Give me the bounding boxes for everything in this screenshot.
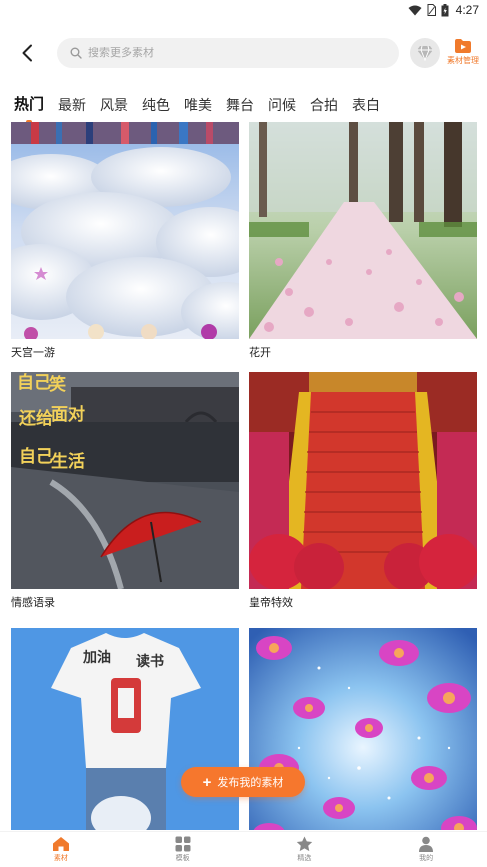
overlay-text-2: 读书 <box>136 653 164 670</box>
status-time: 4:27 <box>455 3 479 17</box>
material-grid: 天宫一游 花开 自己 还给 自己 笑 面对 生活 情感语录 皇帝特效 加油 读书 <box>11 122 477 830</box>
nav-item-material[interactable]: 素材 <box>0 832 122 867</box>
search-box[interactable] <box>57 38 399 68</box>
plus-icon: + <box>202 773 212 791</box>
publish-material-label: 发布我的素材 <box>217 777 284 789</box>
material-card[interactable]: 天宫一游 <box>11 122 239 360</box>
publish-material-button[interactable]: + 发布我的素材 <box>181 767 305 797</box>
material-title: 花开 <box>249 347 271 359</box>
overlay-text-4: 笑 <box>49 374 66 395</box>
overlay-text-1: 自己 <box>17 372 51 393</box>
material-manage-label: 素材管理 <box>447 56 479 65</box>
status-bar: 4:27 <box>0 0 487 24</box>
material-thumbnail <box>249 122 477 339</box>
tab-stage[interactable]: 舞台 <box>226 94 254 120</box>
tab-aesthetic[interactable]: 唯美 <box>184 94 212 120</box>
video-folder-icon <box>455 39 471 53</box>
grid-icon <box>175 836 191 852</box>
tab-scenery[interactable]: 风景 <box>100 94 128 120</box>
material-manage-button[interactable]: 素材管理 <box>446 38 480 72</box>
material-card[interactable]: 皇帝特效 <box>249 372 477 610</box>
tab-greeting[interactable]: 问候 <box>268 94 296 120</box>
user-icon <box>419 836 434 852</box>
overlay-text-1: 加油 <box>82 649 111 666</box>
star-icon <box>296 836 313 852</box>
material-card[interactable]: 自己 还给 自己 笑 面对 生活 情感语录 <box>11 372 239 610</box>
material-title: 天宫一游 <box>11 347 55 359</box>
back-arrow-icon <box>22 44 32 62</box>
search-header: 素材管理 <box>0 34 487 72</box>
wifi-icon <box>408 5 422 15</box>
home-icon <box>52 837 69 851</box>
overlay-text-6: 生活 <box>51 451 85 472</box>
material-thumbnail: 加油 读书 <box>11 628 239 830</box>
nav-label: 我的 <box>419 855 434 862</box>
overlay-text-3: 自己 <box>19 446 53 467</box>
status-icons: 4:27 <box>408 3 479 17</box>
tab-latest[interactable]: 最新 <box>58 94 86 120</box>
overlay-text-2: 还给 <box>18 408 53 429</box>
search-icon <box>70 47 82 59</box>
nav-item-featured[interactable]: 精选 <box>244 832 366 867</box>
material-card[interactable] <box>249 628 477 830</box>
material-thumbnail <box>249 372 477 589</box>
material-title: 情感语录 <box>11 597 55 609</box>
vip-button[interactable] <box>410 38 440 68</box>
tab-solid-color[interactable]: 纯色 <box>142 94 170 120</box>
nav-label: 模板 <box>175 855 190 862</box>
material-title: 皇帝特效 <box>249 597 293 609</box>
nav-item-template[interactable]: 模板 <box>122 832 244 867</box>
diamond-icon <box>417 45 433 61</box>
tab-duet[interactable]: 合拍 <box>310 94 338 120</box>
tab-hot[interactable]: 热门 <box>14 94 44 124</box>
nav-item-mine[interactable]: 我的 <box>365 832 487 867</box>
material-card[interactable]: 加油 读书 <box>11 628 239 830</box>
battery-icon <box>441 3 449 16</box>
bottom-nav: 素材 模板 精选 我的 <box>0 831 487 867</box>
material-thumbnail <box>249 628 477 830</box>
tab-confession[interactable]: 表白 <box>352 94 380 120</box>
nav-label: 素材 <box>53 855 68 862</box>
material-card[interactable]: 花开 <box>249 122 477 360</box>
overlay-text-5: 面对 <box>51 404 85 425</box>
material-thumbnail <box>11 122 239 339</box>
search-input[interactable] <box>88 47 368 59</box>
back-button[interactable] <box>14 40 40 66</box>
sim-icon <box>427 4 436 16</box>
material-thumbnail: 自己 还给 自己 笑 面对 生活 <box>11 372 239 589</box>
category-tabs: 热门 最新 风景 纯色 唯美 舞台 问候 合拍 表白 <box>14 94 394 124</box>
nav-label: 精选 <box>297 855 312 862</box>
